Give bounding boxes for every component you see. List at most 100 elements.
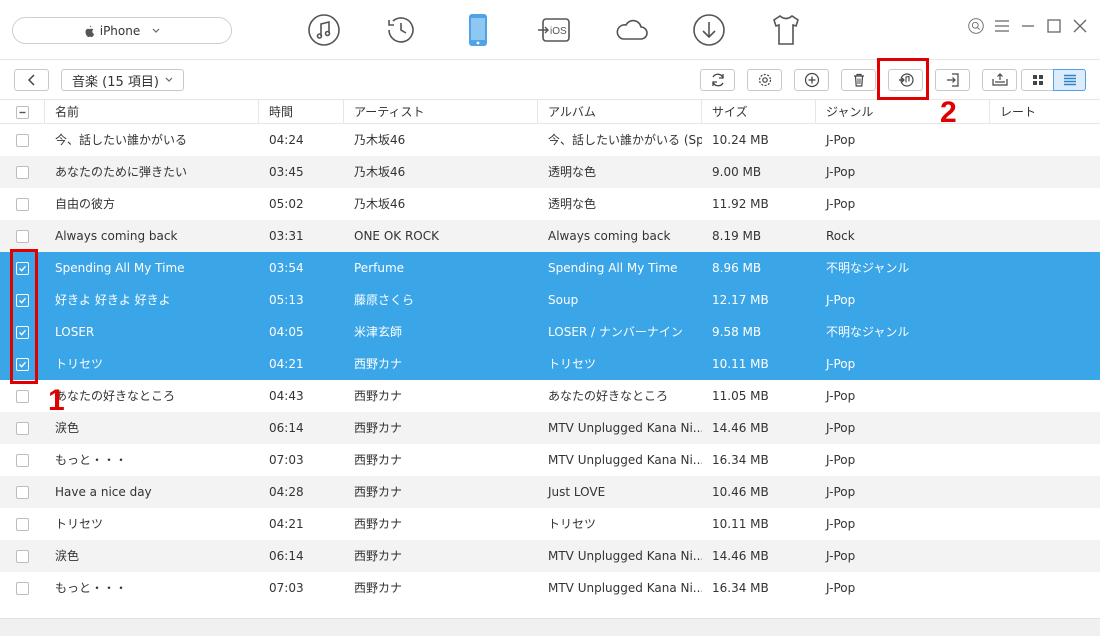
table-row[interactable]: 涙色 06:14 西野カナ MTV Unplugged Kana Ni... 14.46… xyxy=(0,540,1100,572)
cell-artist: 西野カナ xyxy=(354,389,403,403)
delete-icon xyxy=(853,73,864,87)
checkbox xyxy=(16,133,29,147)
cell-size: 10.11 MB xyxy=(712,357,769,371)
cell-album: MTV Unplugged Kana Ni... xyxy=(548,581,702,595)
chevron-down-icon xyxy=(165,77,173,82)
close-button[interactable] xyxy=(1072,18,1088,34)
checkbox xyxy=(16,453,29,467)
cell-size: 8.96 MB xyxy=(712,261,762,275)
cell-genre: J-Pop xyxy=(826,389,856,403)
row-checkbox[interactable] xyxy=(0,124,45,156)
device-selector[interactable]: iPhone xyxy=(12,17,232,44)
column-header-time[interactable]: 時間 xyxy=(259,100,344,124)
cell-name: 自由の彼方 xyxy=(55,197,116,211)
maximize-button[interactable] xyxy=(1046,18,1062,34)
nav-download[interactable] xyxy=(683,10,734,50)
table-row[interactable]: あなたの好きなところ 04:43 西野カナ あなたの好きなところ 11.05 MB J-P… xyxy=(0,380,1100,412)
close-icon xyxy=(1073,19,1087,33)
table-row[interactable]: Always coming back 03:31 ONE OK ROCK Always… xyxy=(0,220,1100,252)
table-row[interactable]: Spending All My Time 03:54 Perfume Spending… xyxy=(0,252,1100,284)
cell-time: 05:13 xyxy=(269,293,304,307)
table-row[interactable]: 好きよ 好きよ 好きよ 05:13 藤原さくら Soup 12.17 MB J-Pop xyxy=(0,284,1100,316)
add-button[interactable] xyxy=(794,69,829,91)
to-device-button[interactable] xyxy=(982,69,1017,91)
cell-genre: J-Pop xyxy=(826,165,856,179)
cell-artist: 西野カナ xyxy=(354,581,403,595)
cell-rating xyxy=(990,412,1100,444)
annotation-number-2: 2 xyxy=(940,96,957,129)
delete-button[interactable] xyxy=(841,69,876,91)
cell-rating xyxy=(990,156,1100,188)
nav-toolkit[interactable] xyxy=(760,10,811,50)
row-checkbox[interactable] xyxy=(0,220,45,252)
table-row[interactable]: 今、話したい誰かがいる 04:24 乃木坂46 今、話したい誰かがいる (Sp... 1… xyxy=(0,124,1100,156)
cell-name: もっと・・・ xyxy=(55,453,128,467)
menu-button[interactable] xyxy=(994,18,1010,34)
settings-button[interactable] xyxy=(747,69,782,91)
row-checkbox[interactable] xyxy=(0,156,45,188)
to-computer-button[interactable] xyxy=(935,69,970,91)
column-header-rating[interactable]: レート xyxy=(990,100,1100,124)
cell-name: 今、話したい誰かがいる xyxy=(55,133,188,147)
nav-history[interactable] xyxy=(375,10,426,50)
select-all-checkbox[interactable] xyxy=(0,100,45,124)
cell-genre: J-Pop xyxy=(826,453,856,467)
column-header-name[interactable]: 名前 xyxy=(45,100,259,124)
grid-view-button[interactable] xyxy=(1021,69,1054,91)
add-icon xyxy=(804,72,819,88)
list-view-button[interactable] xyxy=(1053,69,1086,91)
table-row[interactable]: トリセツ 04:21 西野カナ トリセツ 10.11 MB J-Pop xyxy=(0,508,1100,540)
refresh-icon xyxy=(711,73,724,87)
checkbox xyxy=(16,421,29,435)
minimize-button[interactable] xyxy=(1020,18,1036,34)
column-header-size[interactable]: サイズ xyxy=(702,100,816,124)
row-checkbox[interactable] xyxy=(0,476,45,508)
cell-size: 9.00 MB xyxy=(712,165,762,179)
row-checkbox[interactable] xyxy=(0,572,45,604)
view-toggle xyxy=(1021,69,1086,91)
row-checkbox[interactable] xyxy=(0,188,45,220)
cell-artist: 乃木坂46 xyxy=(354,197,406,211)
grid-view-icon xyxy=(1032,75,1043,85)
cell-time: 03:54 xyxy=(269,261,304,275)
cell-artist: 西野カナ xyxy=(354,421,403,435)
to-computer-icon xyxy=(946,73,959,87)
cell-rating xyxy=(990,444,1100,476)
nav-ios-mover[interactable]: iOS xyxy=(529,10,580,50)
horizontal-scrollbar[interactable] xyxy=(0,618,1100,636)
table-row[interactable]: Have a nice day 04:28 西野カナ Just LOVE 10.46 M… xyxy=(0,476,1100,508)
checkbox xyxy=(16,389,29,403)
column-header-artist[interactable]: アーティスト xyxy=(344,100,538,124)
table-row[interactable]: LOSER 04:05 米津玄師 LOSER / ナンバーナイン 9.58 MB 不明なジ… xyxy=(0,316,1100,348)
back-button[interactable] xyxy=(14,69,49,91)
cell-genre: 不明なジャンル xyxy=(826,325,910,339)
action-buttons xyxy=(700,69,1029,91)
account-button[interactable] xyxy=(968,18,984,34)
cell-size: 14.46 MB xyxy=(712,421,769,435)
table-row[interactable]: もっと・・・ 07:03 西野カナ MTV Unplugged Kana Ni... 1… xyxy=(0,444,1100,476)
table-row[interactable]: トリセツ 04:21 西野カナ トリセツ 10.11 MB J-Pop xyxy=(0,348,1100,380)
row-checkbox[interactable] xyxy=(0,412,45,444)
table-row[interactable]: 涙色 06:14 西野カナ MTV Unplugged Kana Ni... 14.46… xyxy=(0,412,1100,444)
chevron-left-icon xyxy=(27,74,35,86)
cell-time: 05:02 xyxy=(269,197,304,211)
nav-device[interactable] xyxy=(452,10,503,50)
nav-music[interactable] xyxy=(298,10,349,50)
table-header: 名前 時間 アーティスト アルバム サイズ ジャンル レート xyxy=(0,100,1100,124)
cell-album: Spending All My Time xyxy=(548,261,678,275)
category-dropdown[interactable]: 音楽 (15 項目) xyxy=(61,69,184,91)
row-checkbox[interactable] xyxy=(0,380,45,412)
category-label: 音楽 (15 項目) xyxy=(72,74,159,90)
column-header-genre[interactable]: ジャンル xyxy=(816,100,990,124)
cell-time: 03:31 xyxy=(269,229,304,243)
partial-check-icon xyxy=(19,111,25,113)
row-checkbox[interactable] xyxy=(0,508,45,540)
column-header-album[interactable]: アルバム xyxy=(538,100,702,124)
table-row[interactable]: もっと・・・ 07:03 西野カナ MTV Unplugged Kana Ni... 1… xyxy=(0,572,1100,604)
nav-icloud[interactable] xyxy=(606,10,657,50)
table-row[interactable]: あなたのために弾きたい 03:45 乃木坂46 透明な色 9.00 MB J-Pop xyxy=(0,156,1100,188)
refresh-button[interactable] xyxy=(700,69,735,91)
row-checkbox[interactable] xyxy=(0,444,45,476)
row-checkbox[interactable] xyxy=(0,540,45,572)
table-row[interactable]: 自由の彼方 05:02 乃木坂46 透明な色 11.92 MB J-Pop xyxy=(0,188,1100,220)
